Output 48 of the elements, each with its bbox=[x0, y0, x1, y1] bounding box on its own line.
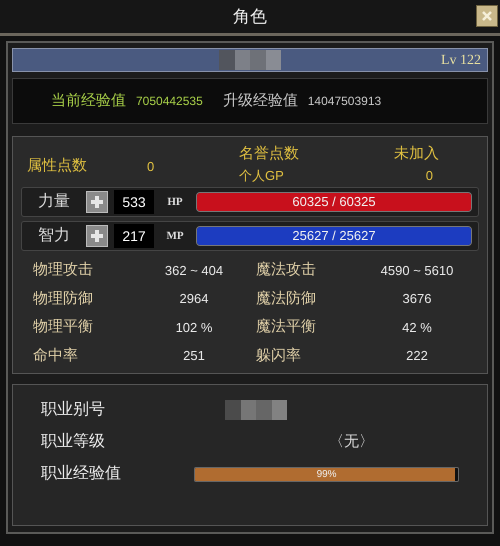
add-point-button[interactable] bbox=[86, 191, 108, 213]
progress-reading: 99% bbox=[316, 468, 338, 480]
stat-value: 222 bbox=[405, 347, 429, 365]
stat-label: 命中率 bbox=[33, 346, 79, 366]
job-label: 职业经验值 bbox=[41, 464, 122, 484]
plus-icon bbox=[90, 229, 104, 243]
honor-label: 名誉点数 bbox=[239, 144, 299, 164]
stat-label: 魔法平衡 bbox=[256, 317, 317, 337]
stat-value: 362 ~ 404 bbox=[164, 262, 224, 280]
points-value: 0 bbox=[147, 158, 156, 176]
job-level-value: 〈无〉 bbox=[329, 432, 374, 452]
add-point-button[interactable] bbox=[86, 225, 108, 247]
stat-value: 42 % bbox=[401, 318, 433, 336]
bar-label: MP bbox=[165, 228, 185, 244]
stat-value: 251 bbox=[182, 347, 206, 365]
experience-value: 14047503913 bbox=[308, 93, 382, 110]
honor-value: 未加入 bbox=[394, 144, 439, 164]
gauge-reading: 60325 / 60325 bbox=[291, 193, 377, 211]
blurred-alias bbox=[225, 400, 287, 420]
stat-label: 物理防御 bbox=[33, 288, 94, 308]
stat-label: 物理平衡 bbox=[33, 317, 94, 337]
points-label: 属性点数 bbox=[27, 156, 88, 176]
stat-value: 102 % bbox=[174, 318, 214, 336]
gp-value: 0 bbox=[426, 166, 433, 184]
experience-value: 7050442535 bbox=[136, 93, 203, 110]
level-text: Lv 122 bbox=[440, 52, 481, 70]
attribute-label: 智力 bbox=[37, 226, 71, 246]
attribute-value: 533 bbox=[114, 190, 154, 214]
plus-icon bbox=[90, 195, 104, 209]
attribute-label: 力量 bbox=[37, 192, 71, 212]
stat-label: 魔法防御 bbox=[256, 288, 317, 308]
job-label: 职业别号 bbox=[41, 400, 106, 420]
stat-value: 2964 bbox=[178, 290, 210, 308]
stat-label: 魔法攻击 bbox=[256, 260, 317, 280]
gauge-reading: 25627 / 25627 bbox=[291, 227, 377, 245]
bar-label: HP bbox=[166, 194, 184, 210]
experience-label: 升级经验值 bbox=[222, 90, 298, 111]
stat-value: 3676 bbox=[402, 290, 432, 308]
stat-value: 4590 ~ 5610 bbox=[380, 262, 454, 280]
attribute-value: 217 bbox=[114, 224, 154, 248]
stat-label: 物理攻击 bbox=[33, 260, 94, 280]
close-icon bbox=[481, 10, 493, 22]
window-title: 角色 bbox=[233, 6, 267, 28]
experience-label: 当前经验值 bbox=[51, 90, 126, 111]
close-button[interactable] bbox=[476, 5, 498, 27]
job-label: 职业等级 bbox=[41, 432, 106, 452]
gp-label: 个人GP bbox=[239, 166, 284, 184]
stat-label: 躲闪率 bbox=[256, 346, 302, 366]
